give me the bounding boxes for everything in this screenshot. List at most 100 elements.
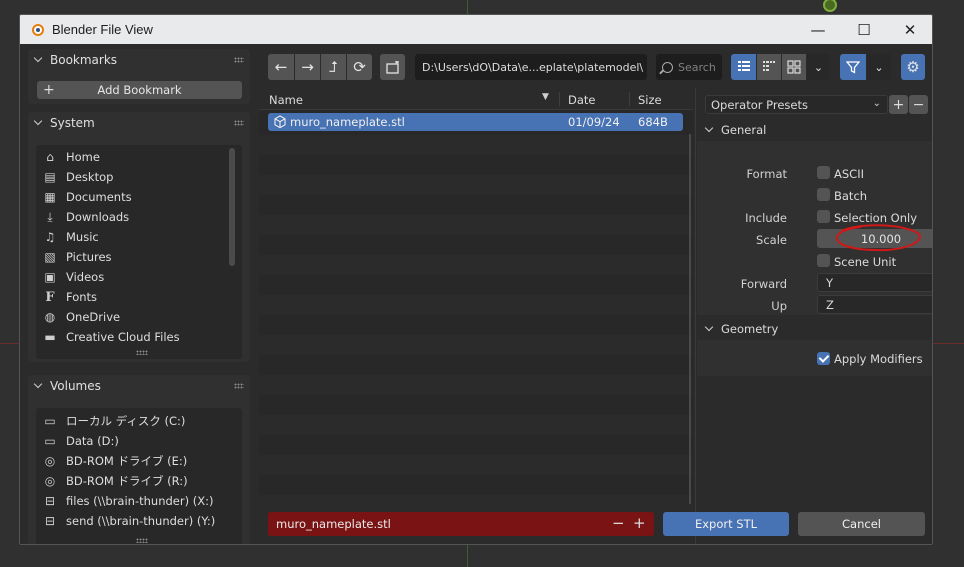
directory-path-input[interactable]: D:\Users\dO\Data\e...eplate\platemodel\ [415, 54, 647, 80]
sidebar-item-onedrive[interactable]: ◍ OneDrive [36, 307, 242, 327]
filter-options-dropdown[interactable]: ⌄ [867, 54, 891, 80]
display-options-dropdown[interactable]: ⌄ [807, 54, 830, 80]
download-icon: ⤓ [47, 209, 53, 224]
path-text: D:\Users\dO\Data\e...eplate\platemodel\ [422, 60, 644, 74]
folder-icon: ▬ [44, 330, 56, 344]
increment-filename-button[interactable]: + [633, 514, 646, 532]
volume-item[interactable]: ▭ Data (D:) [36, 431, 242, 451]
refresh-button[interactable]: ⟳ [347, 54, 372, 80]
add-bookmark-button[interactable]: + Add Bookmark [37, 81, 242, 99]
view-thumbnails-button[interactable] [782, 54, 806, 80]
view-vertical-list-button[interactable] [731, 54, 756, 80]
list-view-icon [737, 61, 750, 71]
network-drive-icon: ⊟ [44, 514, 56, 528]
volume-item[interactable]: ⊟ send (\\brain-thunder) (Y:) [36, 511, 242, 531]
disc-icon: ◎ [44, 474, 56, 488]
file-list: Name ▼ Date Size muro_nameplate.stl 01/0… [259, 88, 693, 504]
sidebar-item-desktop[interactable]: ▤ Desktop [36, 167, 242, 187]
ascii-checkbox[interactable] [817, 166, 830, 179]
drag-handle-icon[interactable] [234, 120, 244, 126]
scrollbar[interactable] [689, 134, 691, 504]
resize-handle-icon[interactable] [136, 350, 148, 355]
include-label: Include [745, 211, 787, 225]
settings-toggle-button[interactable]: ⚙ [901, 54, 925, 80]
maximize-button[interactable]: ☐ [841, 15, 887, 44]
sidebar-item-creative-cloud[interactable]: ▬ Creative Cloud Files [36, 327, 242, 347]
volume-item[interactable]: ▭ ローカル ディスク (C:) [36, 411, 242, 431]
column-date-header[interactable]: Date [568, 93, 596, 107]
remove-preset-button[interactable]: − [909, 95, 928, 114]
apply-modifiers-checkbox[interactable] [817, 352, 830, 365]
videos-icon: ▣ [44, 270, 56, 284]
volume-item[interactable]: ◎ BD-ROM ドライブ (R:) [36, 471, 242, 491]
view-horizontal-list-button[interactable] [757, 54, 781, 80]
up-label: Up [771, 299, 787, 313]
sidebar-item-fonts[interactable]: F Fonts [36, 287, 242, 307]
filter-toggle-button[interactable] [840, 54, 866, 80]
export-stl-button[interactable]: Export STL [663, 512, 789, 536]
new-folder-button[interactable] [380, 54, 405, 80]
chevron-down-icon [34, 381, 44, 391]
sidebar-item-home[interactable]: ⌂ Home [36, 147, 242, 167]
filename-input[interactable]: muro_nameplate.stl − + [268, 512, 654, 536]
drag-handle-icon[interactable] [234, 383, 244, 389]
forward-button[interactable]: → [295, 54, 320, 80]
bookmarks-title: Bookmarks [50, 53, 118, 67]
scene-unit-label: Scene Unit [834, 255, 897, 269]
volume-item[interactable]: ◎ BD-ROM ドライブ (E:) [36, 451, 242, 471]
general-section-header[interactable]: General [705, 121, 925, 139]
table-row[interactable]: muro_nameplate.stl 01/09/24 684B [268, 113, 683, 131]
cancel-button[interactable]: Cancel [798, 512, 925, 536]
volume-item[interactable]: ⊟ files (\\brain-thunder) (X:) [36, 491, 242, 511]
sort-descending-icon[interactable]: ▼ [542, 92, 549, 102]
pictures-icon: ▧ [44, 250, 56, 264]
chevron-down-icon [705, 125, 715, 135]
up-axis-select[interactable]: Z ⌄ [817, 295, 932, 314]
forward-axis-select[interactable]: Y ⌄ [817, 273, 932, 292]
geometry-section-header[interactable]: Geometry [705, 320, 925, 338]
volumes-list: ▭ ローカル ディスク (C:) ▭ Data (D:) ◎ BD-ROM ドライブ … [36, 408, 242, 544]
close-icon: ✕ [903, 20, 917, 39]
forward-label: Forward [740, 277, 787, 291]
bookmarks-header[interactable]: Bookmarks [28, 49, 250, 71]
ascii-label: ASCII [834, 167, 864, 181]
sidebar-item-downloads[interactable]: ⤓ Downloads [36, 207, 242, 227]
disk-icon: ▭ [44, 414, 56, 428]
music-icon: ♫ [44, 230, 56, 244]
selection-only-checkbox[interactable] [817, 210, 830, 223]
minimize-button[interactable]: — [795, 15, 841, 44]
parent-directory-button[interactable]: ⮥ [321, 54, 346, 80]
maximize-icon: ☐ [857, 20, 871, 39]
system-header[interactable]: System [28, 112, 250, 134]
sidebar-item-videos[interactable]: ▣ Videos [36, 267, 242, 287]
close-window-button[interactable]: ✕ [887, 15, 932, 44]
globe-icon: ◍ [44, 310, 56, 324]
scrollbar[interactable] [229, 148, 235, 266]
sidebar-item-documents[interactable]: ▦ Documents [36, 187, 242, 207]
sidebar-item-pictures[interactable]: ▧ Pictures [36, 247, 242, 267]
geometry-section: Apply Modifiers [697, 340, 932, 376]
back-button[interactable]: ← [268, 54, 294, 80]
forward-axis-value: Y [826, 275, 834, 290]
add-bookmark-label: Add Bookmark [97, 83, 182, 97]
decrement-filename-button[interactable]: − [612, 514, 625, 532]
search-icon [662, 61, 673, 73]
operator-presets-select[interactable]: Operator Presets ⌄ [705, 95, 888, 114]
search-input[interactable]: Search [656, 54, 722, 80]
system-title: System [50, 116, 95, 130]
blender-logo-icon [31, 23, 45, 37]
chevron-down-icon [34, 55, 44, 65]
volumes-header[interactable]: Volumes [28, 375, 250, 397]
arrow-right-icon: → [301, 58, 314, 76]
chevron-down-icon: ⌄ [931, 298, 932, 309]
sidebar-item-music[interactable]: ♫ Music [36, 227, 242, 247]
add-preset-button[interactable]: + [889, 95, 908, 114]
format-label: Format [746, 167, 787, 181]
drag-handle-icon[interactable] [234, 57, 244, 63]
resize-handle-icon[interactable] [136, 538, 148, 543]
scene-unit-checkbox[interactable] [817, 254, 830, 267]
column-name-header[interactable]: Name [269, 93, 303, 107]
chevron-down-icon: ⌄ [872, 98, 881, 109]
batch-checkbox[interactable] [817, 188, 830, 201]
column-size-header[interactable]: Size [638, 93, 662, 107]
